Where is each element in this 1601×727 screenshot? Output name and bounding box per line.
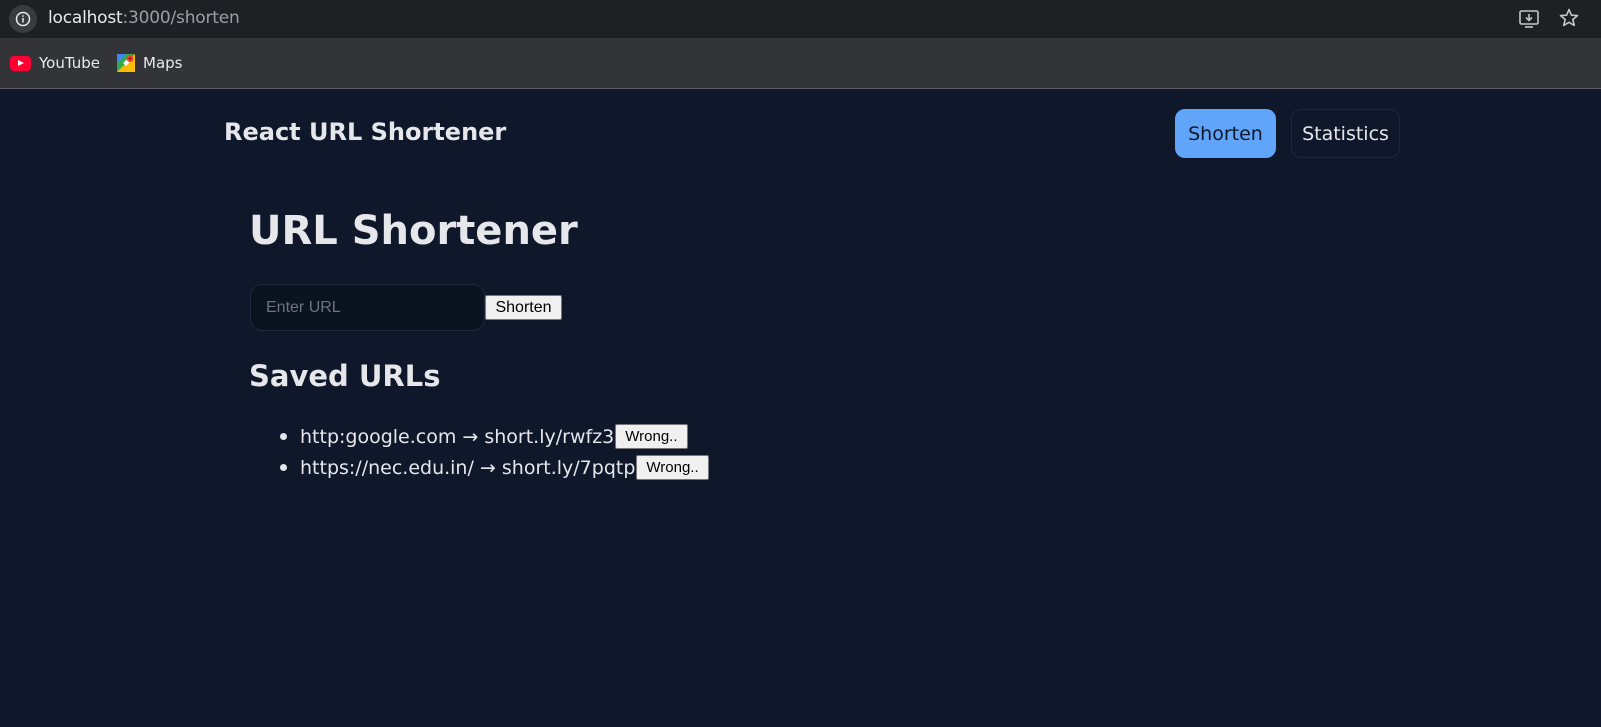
saved-urls-list: http:google.com → short.ly/rwfz3 Wrong..…: [278, 421, 709, 483]
url-input[interactable]: [250, 284, 485, 331]
wrong-button[interactable]: Wrong..: [615, 424, 688, 449]
install-app-icon[interactable]: [1518, 8, 1540, 30]
bullet-icon: [280, 433, 287, 440]
app-title: React URL Shortener: [224, 118, 507, 146]
bookmark-label: Maps: [143, 54, 183, 72]
url-path: :3000/shorten: [122, 8, 240, 28]
browser-address-bar: localhost:3000/shorten: [0, 0, 1601, 38]
page-title: URL Shortener: [249, 208, 578, 254]
saved-url-text: http:google.com → short.ly/rwfz3: [300, 425, 615, 448]
bookmark-maps[interactable]: Maps: [117, 53, 182, 73]
shorten-submit-button[interactable]: Shorten: [485, 295, 562, 320]
list-item: https://nec.edu.in/ → short.ly/7pqtp Wro…: [278, 452, 709, 483]
maps-icon: [117, 54, 135, 72]
saved-url-text: https://nec.edu.in/ → short.ly/7pqtp: [300, 456, 636, 479]
nav-statistics-button[interactable]: Statistics: [1291, 109, 1400, 158]
bookmarks-bar: YouTube Maps: [0, 38, 1601, 89]
bookmark-star-icon[interactable]: [1558, 7, 1580, 29]
list-item: http:google.com → short.ly/rwfz3 Wrong..: [278, 421, 709, 452]
nav-shorten-button[interactable]: Shorten: [1175, 109, 1276, 158]
saved-urls-heading: Saved URLs: [249, 359, 441, 393]
bookmark-label: YouTube: [39, 54, 100, 72]
omnibox[interactable]: localhost:3000/shorten: [0, 0, 1597, 38]
wrong-button[interactable]: Wrong..: [636, 455, 709, 480]
url-host: localhost: [48, 8, 123, 28]
site-info-icon[interactable]: [9, 5, 37, 33]
youtube-icon: [10, 55, 31, 71]
bookmark-youtube[interactable]: YouTube: [10, 53, 100, 73]
url-text[interactable]: localhost:3000/shorten: [48, 8, 240, 28]
bullet-icon: [280, 464, 287, 471]
